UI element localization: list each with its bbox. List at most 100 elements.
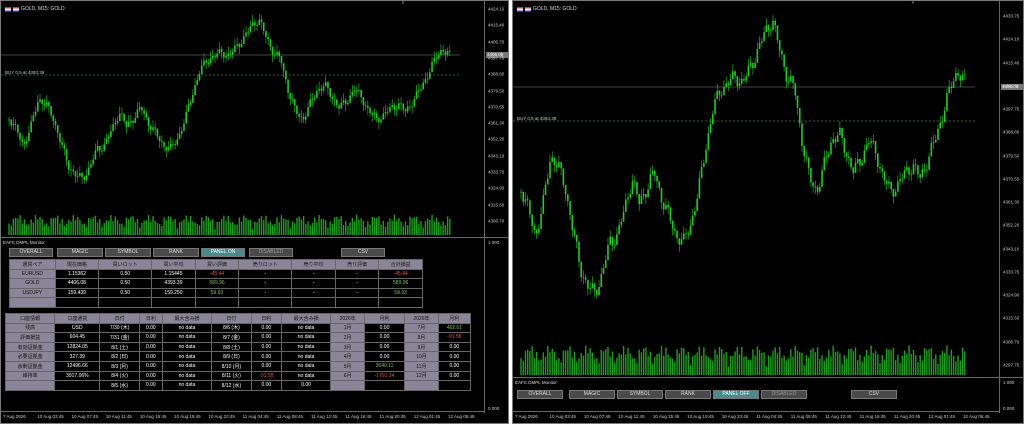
chart-window-right[interactable]: GOLD, M15: GOLD ▾ BUY 0.5 at 4393.39 440… <box>512 0 1024 424</box>
volume-bar <box>265 215 267 235</box>
volume-bar <box>622 345 625 375</box>
candle-body <box>311 99 314 101</box>
candle-body <box>406 106 409 112</box>
magic-button[interactable]: MAGIC <box>57 248 103 257</box>
chart-window-left[interactable]: GOLD, M15: GOLD ▾ BUY 0.5 at 4393.39 440… <box>0 0 509 424</box>
candle-body <box>805 156 808 158</box>
rank-button[interactable]: RANK <box>153 248 199 257</box>
volume-bar <box>174 219 176 235</box>
price-axis-label: 4343.10 <box>1003 246 1020 252</box>
volume-bar <box>665 347 667 375</box>
candle-body <box>158 136 161 142</box>
volume-bar <box>163 217 165 235</box>
volume-bar <box>165 220 167 235</box>
volume-bar <box>391 220 393 235</box>
volume-bar <box>910 353 912 375</box>
volume-bar <box>422 227 424 235</box>
candle-body <box>752 62 754 69</box>
table-header-cell: 2026年 <box>404 313 439 324</box>
volume-bar <box>322 218 325 235</box>
volume-bar <box>415 216 418 235</box>
candle-body <box>778 40 781 51</box>
candle-body <box>442 50 444 52</box>
symbol-button[interactable]: SYMBOL <box>105 248 151 257</box>
volume-bar <box>832 345 834 375</box>
table-cell: 59.93 <box>378 287 423 299</box>
candle-body <box>660 187 663 203</box>
candle-body <box>196 80 199 86</box>
candle-body <box>881 168 884 172</box>
candle-body <box>836 135 839 143</box>
overall-button[interactable]: OVERALL <box>9 248 53 257</box>
magic-button[interactable]: MAGIC <box>569 390 615 399</box>
csv-button[interactable]: CSV <box>341 248 385 257</box>
volume-bar <box>649 351 652 375</box>
candle-body <box>955 72 957 82</box>
table-header-cell: 日利 <box>138 313 163 324</box>
candle-body <box>662 202 665 210</box>
volume-bar <box>329 221 331 235</box>
time-axis-label: 10 Aug 15:45 <box>139 414 167 419</box>
volume-bar <box>736 346 739 375</box>
price-axis-label: 4370.55 <box>488 104 505 110</box>
volume-bar <box>859 354 861 375</box>
volume-bar <box>238 217 241 235</box>
candle-body <box>360 89 362 98</box>
volume-bar <box>378 216 380 235</box>
panel-toggle-button[interactable]: PANEL ON <box>201 248 245 257</box>
candle-body <box>807 157 810 168</box>
candle-body <box>234 45 236 52</box>
time-axis-label: 11 Aug 12:45 <box>825 414 852 419</box>
price-chart-left[interactable] <box>1 1 486 237</box>
candle-body <box>600 273 603 287</box>
volume-bar <box>569 346 571 375</box>
candle-body <box>369 107 371 114</box>
volume-bar <box>411 218 413 235</box>
table-cell <box>54 297 100 308</box>
candle-body <box>961 74 964 81</box>
table-header-cell: 売りロット <box>238 259 293 270</box>
volume-bar <box>542 352 544 375</box>
volume-bar <box>127 219 130 235</box>
candle-body <box>711 114 714 125</box>
table-cell: - <box>238 287 293 299</box>
overall-button[interactable]: OVERALL <box>517 390 563 399</box>
candle-body <box>718 90 721 95</box>
volume-bar <box>318 214 320 235</box>
volume-bar <box>781 357 783 375</box>
volume-bar <box>287 219 289 235</box>
indicator-name: EAFC DMPL Monitor <box>515 380 557 385</box>
candle-body <box>429 72 431 79</box>
panel-toggle-button[interactable]: PANEL OFF <box>713 390 759 399</box>
candle-body <box>398 103 400 110</box>
indicator-axis: 1.000 0.000 <box>484 237 508 413</box>
disabled-button[interactable]: DISABLED <box>761 390 807 399</box>
disabled-button[interactable]: DISABLED <box>249 248 293 257</box>
symbol-button[interactable]: SYMBOL <box>617 390 663 399</box>
rank-button[interactable]: RANK <box>665 390 711 399</box>
volume-bar <box>14 217 17 235</box>
table-cell: 4393.39 <box>151 278 196 289</box>
volume-bar <box>72 215 74 235</box>
candle-body <box>94 150 97 160</box>
volume-bar <box>609 356 611 375</box>
candle-body <box>682 233 685 240</box>
candle-body <box>116 120 119 123</box>
candle-body <box>320 88 323 91</box>
volume-bar <box>870 345 872 375</box>
candle-body <box>667 204 669 208</box>
candle-body <box>39 99 41 103</box>
csv-button[interactable]: CSV <box>851 390 897 399</box>
volume-bar <box>607 346 609 375</box>
candle-body <box>340 102 343 109</box>
volume-bar <box>857 360 859 375</box>
price-chart-right[interactable] <box>513 1 1001 377</box>
table-cell: 必要証拠金 <box>4 351 56 362</box>
candle-body <box>83 176 86 181</box>
volume-bar <box>440 225 442 235</box>
volume-bar <box>564 350 567 375</box>
time-axis-label: 11 Aug 20:45 <box>379 414 406 419</box>
table-cell: 0.50 <box>98 268 153 280</box>
table-cell: -45.44 <box>378 268 423 280</box>
volume-bar <box>734 351 736 375</box>
